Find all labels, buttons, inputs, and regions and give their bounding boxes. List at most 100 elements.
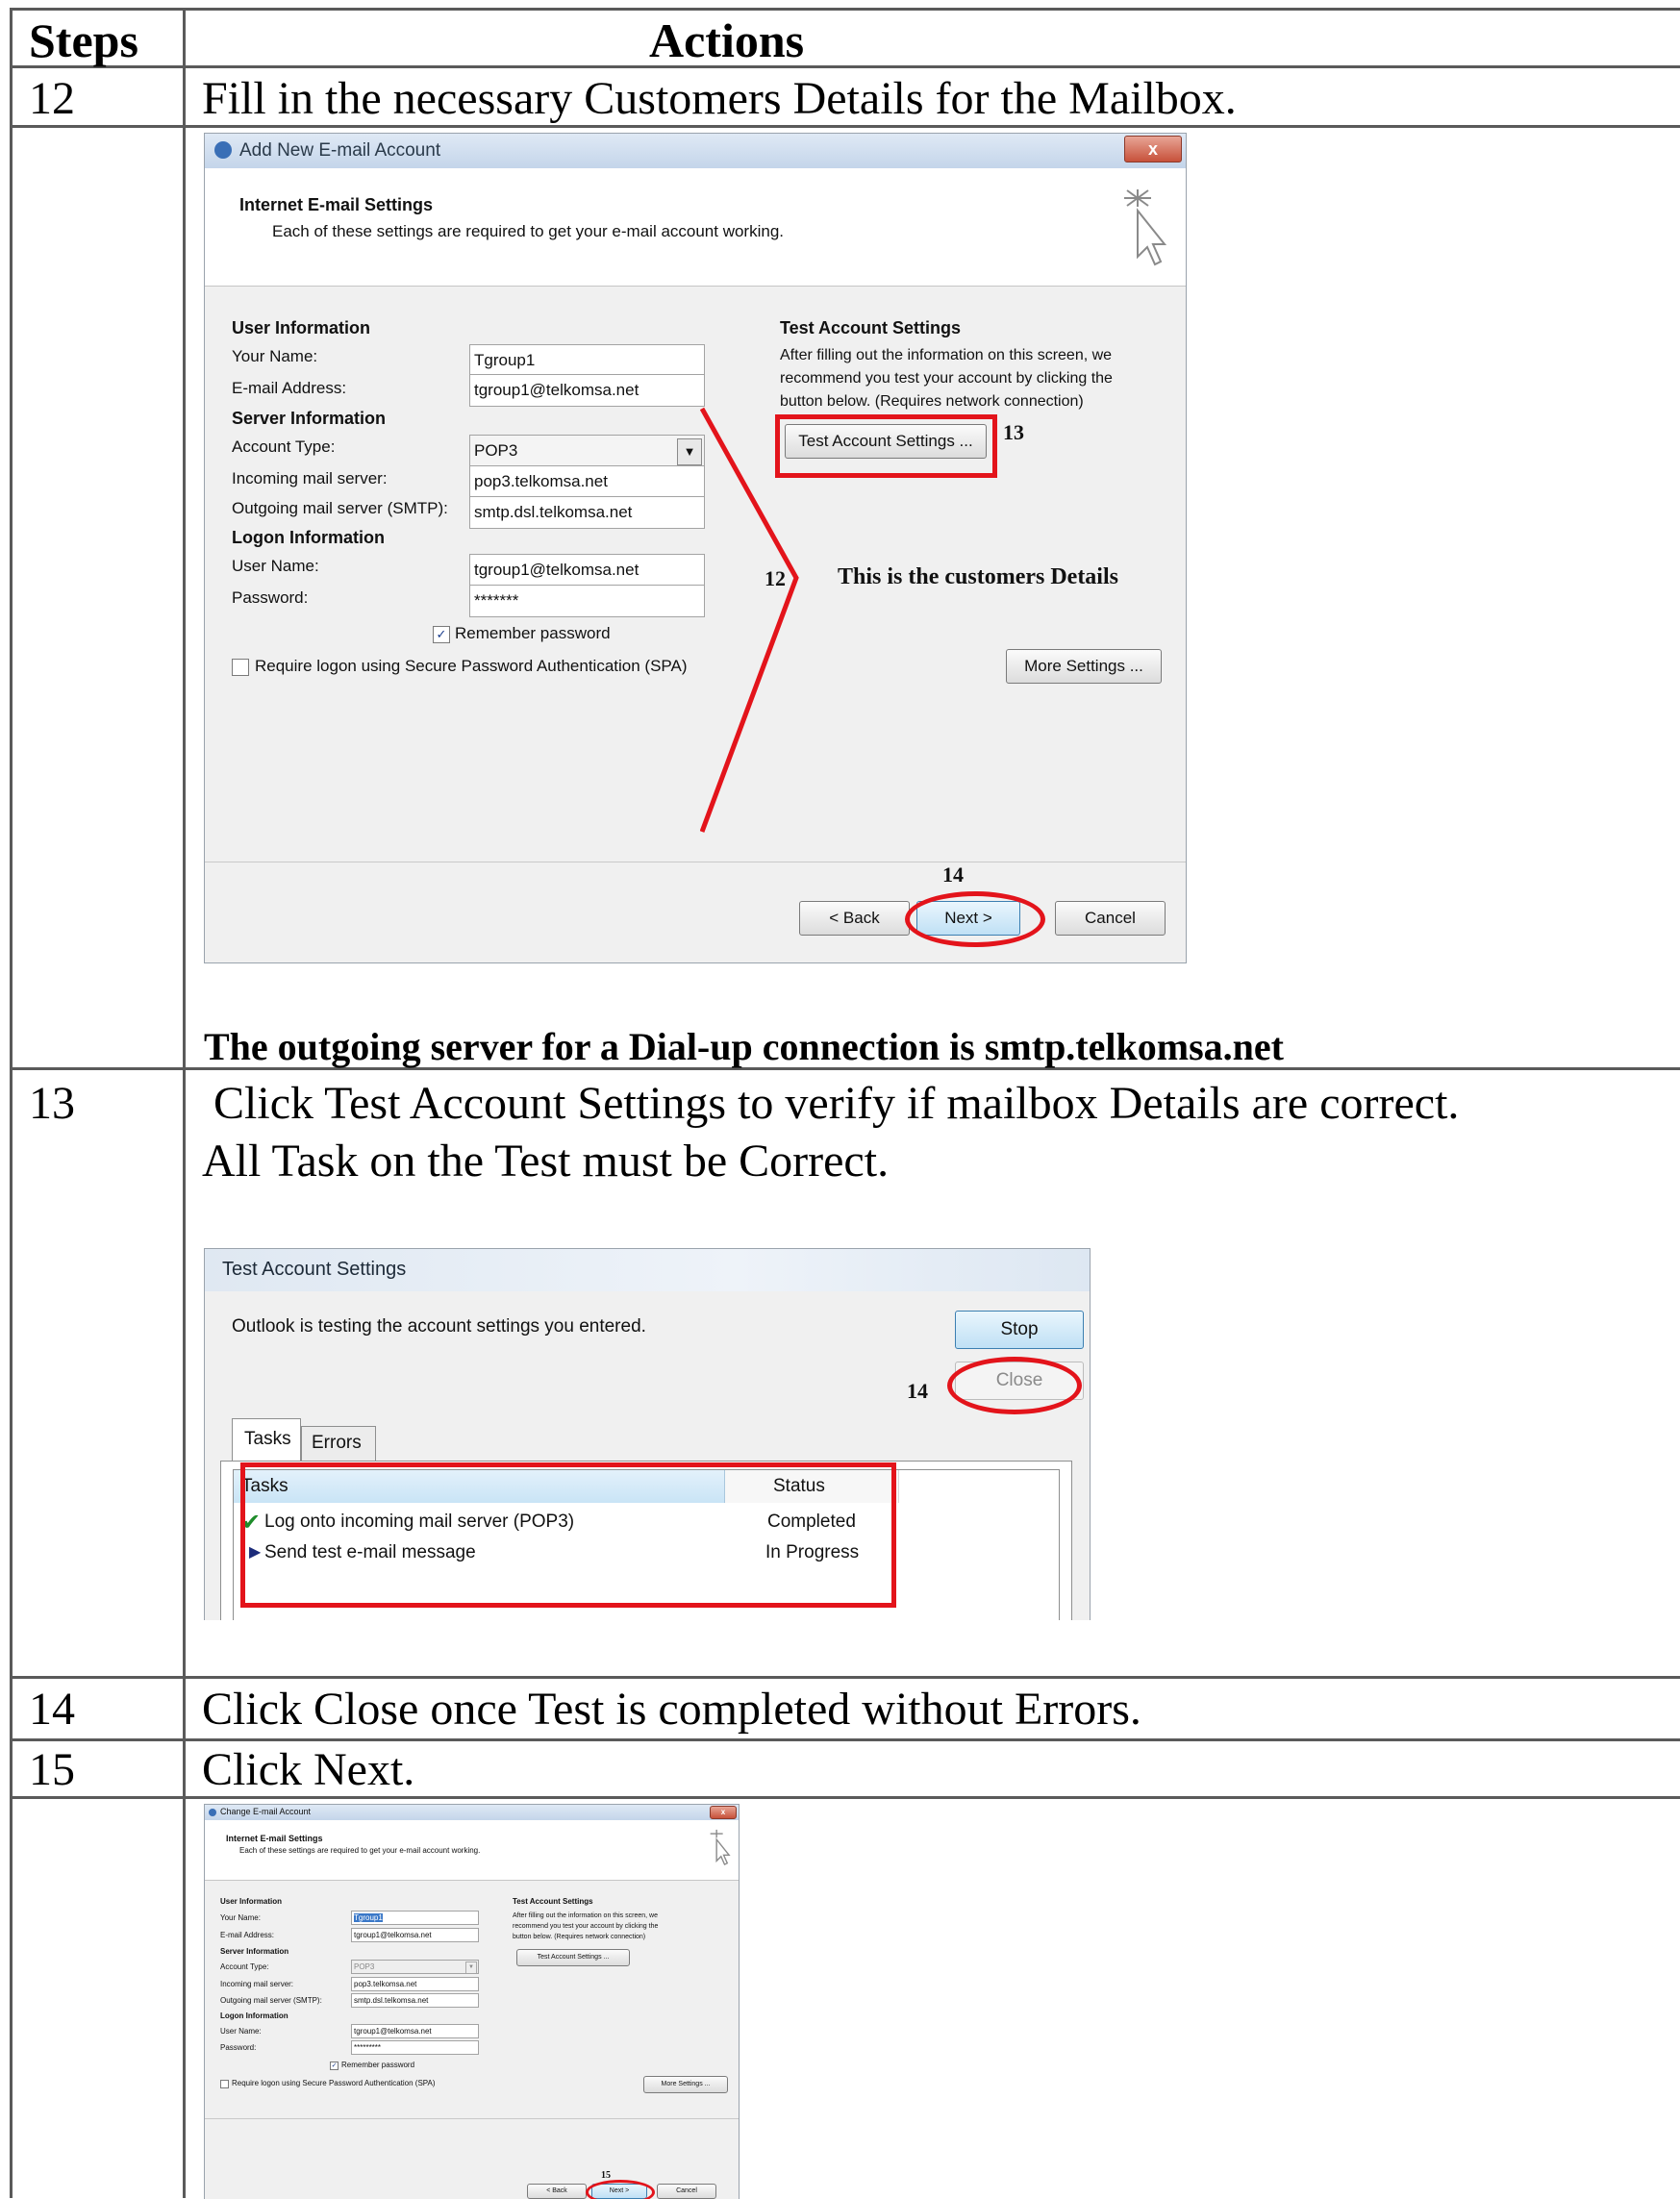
email-label: E-mail Address: [220, 1931, 275, 1939]
outlook-icon [214, 141, 232, 159]
row-divider [10, 65, 1680, 68]
tab-errors[interactable]: Errors [301, 1426, 376, 1462]
more-settings-button[interactable]: More Settings ... [1006, 649, 1162, 684]
test-settings-heading: Test Account Settings [513, 1897, 593, 1906]
user-name-label: User Name: [232, 557, 319, 575]
spa-label: Require logon using Secure Password Auth… [232, 2079, 436, 2087]
test-settings-desc: After filling out the information on thi… [780, 347, 1113, 363]
footer-separator [205, 2118, 739, 2119]
test-settings-desc: After filling out the information on thi… [513, 1912, 658, 1919]
annotation-step-number: 15 [601, 2170, 611, 2181]
outgoing-server-field[interactable]: smtp.dsl.telkomsa.net [351, 1993, 479, 2008]
user-info-heading: User Information [220, 1897, 283, 1906]
dialup-note: The outgoing server for a Dial-up connec… [204, 1025, 1284, 1068]
spa-checkbox[interactable] [232, 659, 249, 676]
dialog-header-area: Internet E-mail Settings Each of these s… [205, 1820, 739, 1881]
step-number: 12 [29, 73, 75, 124]
your-name-field[interactable]: Tgroup1 [469, 344, 705, 377]
tab-tasks-label: Tasks [244, 1429, 291, 1449]
password-label: Password: [232, 588, 309, 607]
user-name-label: User Name: [220, 2027, 262, 2036]
incoming-server-field[interactable]: pop3.telkomsa.net [469, 465, 705, 498]
close-button[interactable]: x [710, 1806, 737, 1819]
account-type-select[interactable]: POP3 ▼ [469, 435, 705, 467]
your-name-field[interactable]: Tgroup1 [351, 1911, 479, 1925]
password-field[interactable]: ********* [351, 2040, 479, 2055]
spa-checkbox[interactable] [220, 2080, 229, 2088]
dialog-titlebar: Change E-mail Account x [205, 1805, 739, 1820]
outgoing-server-field[interactable]: smtp.dsl.telkomsa.net [469, 496, 705, 529]
remember-password-label: Remember password [455, 624, 611, 642]
account-type-select[interactable]: POP3 ▼ [351, 1960, 479, 1974]
row-divider [10, 1676, 1680, 1679]
section-subtitle: Each of these settings are required to g… [239, 1846, 481, 1855]
dialog-titlebar: Add New E-mail Account x [205, 134, 1186, 168]
table-top-border [10, 8, 1680, 11]
account-type-value: POP3 [474, 441, 518, 460]
chevron-down-icon: ▼ [465, 1962, 477, 1973]
step-action: Click Next. [202, 1744, 415, 1795]
header-steps: Steps [29, 13, 138, 67]
remember-password-checkbox[interactable]: ✓ [330, 2062, 339, 2070]
step-action: Click Close once Test is completed witho… [202, 1684, 1141, 1735]
password-field[interactable]: ******* [469, 585, 705, 617]
spa-label: Require logon using Secure Password Auth… [255, 657, 688, 675]
close-button[interactable]: x [1124, 136, 1182, 162]
remember-password-checkbox[interactable]: ✓ [433, 626, 450, 643]
step-action: All Task on the Test must be Correct. [202, 1136, 890, 1187]
server-info-heading: Server Information [220, 1947, 289, 1956]
incoming-server-field[interactable]: pop3.telkomsa.net [351, 1977, 479, 1991]
add-email-account-dialog: Add New E-mail Account x Internet E-mail… [204, 133, 1187, 963]
section-subtitle: Each of these settings are required to g… [272, 222, 785, 240]
step-number: 15 [29, 1744, 75, 1795]
section-title: Internet E-mail Settings [226, 1834, 323, 1843]
dialog-titlebar: Test Account Settings [205, 1249, 1090, 1291]
row-divider [10, 1796, 1680, 1799]
incoming-server-label: Incoming mail server: [232, 469, 388, 487]
annotation-highlight-ellipse [947, 1357, 1082, 1414]
annotation-note: This is the customers Details [838, 564, 1118, 589]
test-settings-desc: button below. (Requires network connecti… [513, 1934, 646, 1940]
back-button[interactable]: < Back [527, 2184, 587, 2199]
section-title: Internet E-mail Settings [239, 195, 434, 214]
remember-password-label: Remember password [341, 2061, 415, 2069]
test-settings-desc: button below. (Requires network connecti… [780, 393, 1084, 410]
row-divider [10, 125, 1680, 128]
test-settings-desc: recommend you test your account by click… [513, 1923, 659, 1930]
test-settings-desc: recommend you test your account by click… [780, 370, 1113, 387]
back-button[interactable]: < Back [799, 901, 910, 936]
email-field[interactable]: tgroup1@telkomsa.net [351, 1928, 479, 1942]
email-field[interactable]: tgroup1@telkomsa.net [469, 374, 705, 407]
chevron-down-icon: ▼ [677, 438, 702, 465]
incoming-server-label: Incoming mail server: [220, 1980, 294, 1988]
user-name-field[interactable]: tgroup1@telkomsa.net [469, 554, 705, 587]
annotation-highlight-ellipse [905, 891, 1045, 947]
tab-errors-label: Errors [312, 1433, 362, 1453]
test-account-settings-dialog: Test Account Settings Outlook is testing… [204, 1248, 1091, 1620]
annotation-arrow [700, 407, 799, 833]
step-action: Click Test Account Settings to verify if… [202, 1078, 1460, 1129]
your-name-label: Your Name: [220, 1913, 261, 1922]
test-account-settings-button[interactable]: Test Account Settings ... [516, 1949, 630, 1966]
row-divider [10, 1738, 1680, 1741]
more-settings-button[interactable]: More Settings ... [643, 2076, 728, 2093]
stop-button[interactable]: Stop [955, 1311, 1084, 1349]
table-left-border [10, 8, 13, 2198]
dialog-header-area: Internet E-mail Settings Each of these s… [205, 168, 1186, 287]
account-type-label: Account Type: [220, 1962, 269, 1971]
step-action: Fill in the necessary Customers Details … [202, 73, 1237, 124]
user-name-field[interactable]: tgroup1@telkomsa.net [351, 2024, 479, 2038]
your-name-value: Tgroup1 [354, 1913, 383, 1922]
account-type-label: Account Type: [232, 437, 336, 456]
cancel-button[interactable]: Cancel [657, 2184, 716, 2199]
cancel-button[interactable]: Cancel [1055, 901, 1166, 936]
user-info-heading: User Information [232, 318, 371, 337]
email-label: E-mail Address: [232, 379, 347, 397]
annotation-highlight-ellipse [586, 2180, 655, 2199]
step-number: 13 [29, 1078, 75, 1129]
annotation-step-number: 12 [765, 566, 786, 590]
testing-message: Outlook is testing the account settings … [232, 1316, 646, 1337]
password-label: Password: [220, 2043, 257, 2052]
account-type-value: POP3 [354, 1962, 375, 1971]
tab-tasks[interactable]: Tasks [232, 1418, 301, 1462]
